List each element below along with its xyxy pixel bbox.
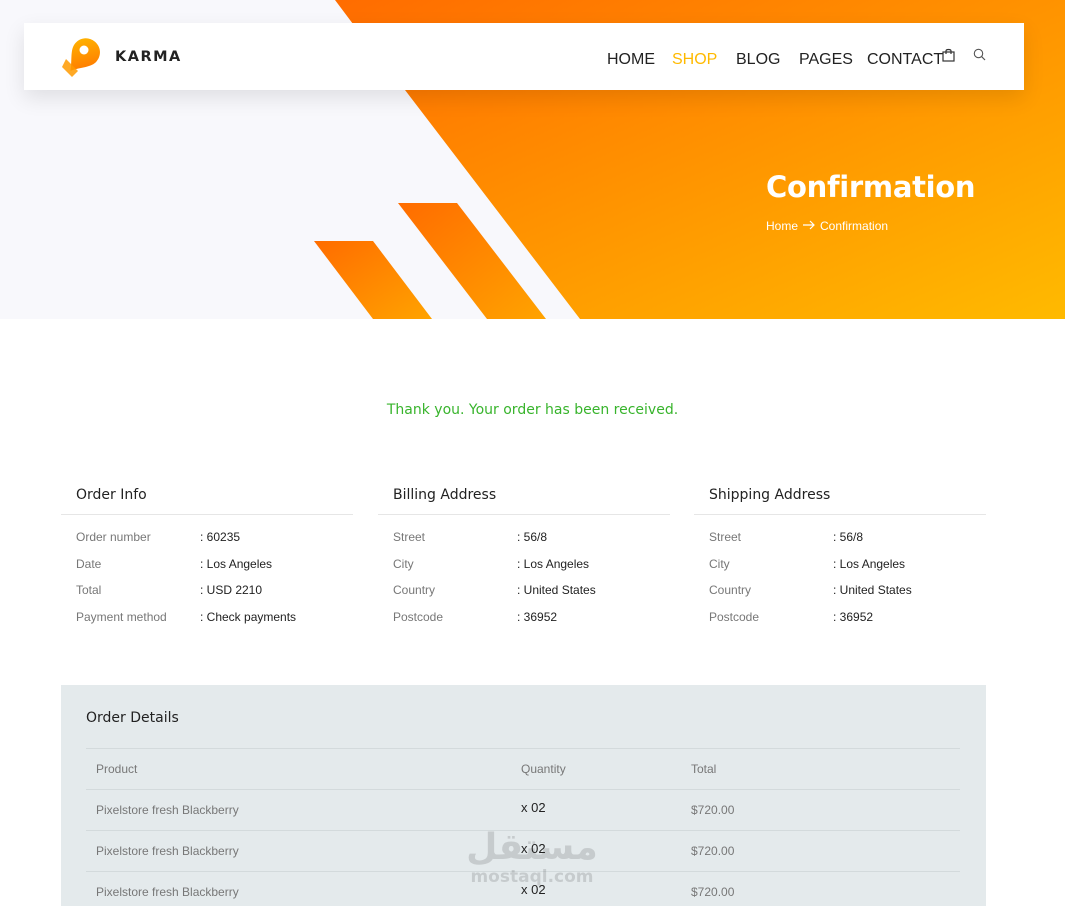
- page-title: Confirmation: [766, 170, 976, 204]
- order-details-section: Order Details Product Quantity Total Pix…: [61, 685, 986, 906]
- info-value: : 36952: [833, 610, 874, 625]
- product-quantity: x 02: [521, 841, 546, 856]
- order-details-title: Order Details: [86, 710, 179, 726]
- product-name: Pixelstore fresh Blackberry: [96, 844, 239, 858]
- breadcrumb-current: Confirmation: [820, 218, 889, 233]
- breadcrumb: Home Confirmation: [766, 218, 888, 233]
- billing-address-section: Billing Address Street : 56/8 City : Los A…: [378, 480, 670, 630]
- info-label: Country: [393, 583, 436, 598]
- logo[interactable]: KARMA: [60, 35, 182, 79]
- info-value: : 56/8: [833, 530, 864, 545]
- info-label: Date: [76, 556, 102, 571]
- nav-home[interactable]: HOME: [607, 51, 655, 69]
- column-header-product: Product: [96, 762, 138, 776]
- product-quantity: x 02: [521, 800, 546, 815]
- search-icon[interactable]: [973, 48, 986, 66]
- column-header-quantity: Quantity: [521, 762, 566, 776]
- info-value: : Check payments: [200, 610, 297, 625]
- breadcrumb-home-link[interactable]: Home: [766, 219, 798, 233]
- info-value: : Los Angeles: [833, 556, 906, 571]
- order-info-title: Order Info: [61, 480, 353, 515]
- table-row: Pixelstore fresh Blackberry x 02 $720.00: [86, 830, 960, 871]
- info-label: Country: [709, 583, 752, 598]
- product-total: $720.00: [691, 803, 735, 817]
- order-info-section: Order Info Order number : 60235 Date : Los…: [61, 480, 353, 630]
- info-row: Date : Los Angeles: [76, 551, 353, 578]
- info-value: : Los Angeles: [517, 556, 590, 571]
- shipping-address-title: Shipping Address: [694, 480, 986, 515]
- info-row: Total : USD 2210: [76, 577, 353, 604]
- info-row: Country : United States: [393, 577, 670, 604]
- product-name: Pixelstore fresh Blackberry: [96, 885, 239, 899]
- info-row: Country : United States: [709, 577, 986, 604]
- billing-address-title: Billing Address: [378, 480, 670, 515]
- pin-tag-logo-icon: [62, 38, 100, 77]
- order-received-message: Thank you. Your order has been received.: [386, 402, 679, 418]
- nav-shop[interactable]: SHOP: [672, 51, 717, 69]
- info-label: City: [709, 556, 730, 571]
- column-header-total: Total: [691, 762, 717, 776]
- info-row: Postcode : 36952: [393, 604, 670, 631]
- info-row: Street : 56/8: [393, 524, 670, 551]
- info-row: City : Los Angeles: [709, 551, 986, 578]
- product-name: Pixelstore fresh Blackberry: [96, 803, 239, 817]
- info-label: Order number: [76, 530, 151, 545]
- info-label: Total: [76, 583, 102, 598]
- info-row: Street : 56/8: [709, 524, 986, 551]
- nav-blog[interactable]: BLOG: [736, 51, 780, 69]
- nav-pages[interactable]: PAGES: [799, 51, 853, 69]
- info-row: Order number : 60235: [76, 524, 353, 551]
- nav-contact[interactable]: CONTACT: [867, 51, 943, 69]
- table-row: Pixelstore fresh Blackberry x 02 $720.00: [86, 871, 960, 906]
- info-value: : United States: [833, 583, 912, 598]
- info-row: Postcode : 36952: [709, 604, 986, 631]
- product-quantity: x 02: [521, 882, 546, 897]
- info-value: : 36952: [517, 610, 558, 625]
- arrow-right-icon: [799, 218, 819, 233]
- shipping-address-section: Shipping Address Street : 56/8 City : Los …: [694, 480, 986, 630]
- info-label: Postcode: [393, 610, 444, 625]
- order-details-table: Product Quantity Total Pixelstore fresh …: [86, 748, 960, 906]
- info-value: : United States: [517, 583, 596, 598]
- info-value: : USD 2210: [200, 583, 263, 598]
- brand-name: KARMA: [115, 49, 182, 65]
- info-value: : 56/8: [517, 530, 548, 545]
- info-row: Payment method : Check payments: [76, 604, 353, 631]
- table-row: Pixelstore fresh Blackberry x 02 $720.00: [86, 789, 960, 830]
- product-total: $720.00: [691, 885, 735, 899]
- shopping-bag-icon[interactable]: [942, 48, 955, 67]
- info-label: Payment method: [76, 610, 167, 625]
- info-value: : 60235: [200, 530, 241, 545]
- info-value: : Los Angeles: [200, 556, 273, 571]
- info-label: Street: [709, 530, 742, 545]
- info-label: City: [393, 556, 414, 571]
- site-header: KARMA HOME SHOP BLOG PAGES CONTACT: [24, 23, 1024, 90]
- product-total: $720.00: [691, 844, 735, 858]
- info-label: Postcode: [709, 610, 760, 625]
- table-header-row: Product Quantity Total: [86, 748, 960, 789]
- info-label: Street: [393, 530, 426, 545]
- info-row: City : Los Angeles: [393, 551, 670, 578]
